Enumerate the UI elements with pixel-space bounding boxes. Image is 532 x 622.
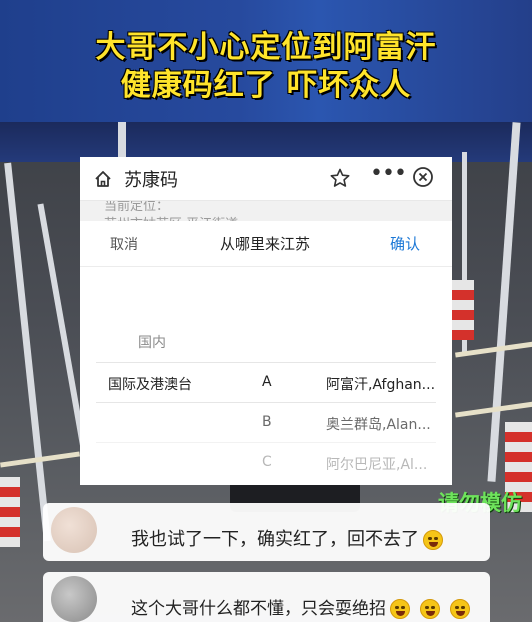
confirm-button[interactable]: 确认: [390, 233, 420, 254]
picker-row[interactable]: B 奥兰群岛,Alan...: [96, 402, 436, 442]
letter-index[interactable]: B: [262, 414, 272, 430]
picker-row[interactable]: C 阿尔巴尼亚,Al...: [96, 442, 436, 482]
letter-index[interactable]: A: [262, 374, 272, 390]
traffic-barrier: [0, 477, 20, 547]
more-icon[interactable]: •••: [370, 163, 407, 187]
laughing-emoji-icon: [390, 599, 410, 619]
laughing-emoji-icon: [420, 599, 440, 619]
country-option[interactable]: 奥兰群岛,Alan...: [326, 414, 431, 434]
tent-roof: [0, 122, 532, 162]
comment-body: 这个大哥什么都不懂，只会耍绝招: [131, 599, 386, 619]
traffic-barrier: [452, 280, 474, 340]
avatar: [51, 507, 97, 553]
comment-bubble: 我也试了一下，确实红了，回不去了: [43, 503, 490, 561]
comment-text: 我也试了一下，确实红了，回不去了: [131, 525, 443, 551]
laughing-emoji-icon: [423, 530, 443, 550]
picker-title: 从哪里来江苏: [220, 235, 311, 253]
star-icon[interactable]: [329, 167, 351, 189]
avatar: [51, 576, 97, 622]
comment-bubble: 这个大哥什么都不懂，只会耍绝招: [43, 572, 490, 622]
page-behind-picker: 当前定位： 苏州市姑苏区 平江街道: [80, 201, 452, 221]
laughing-emoji-icon: [450, 599, 470, 619]
letter-index[interactable]: C: [262, 454, 272, 470]
caption-banner: 大哥不小心定位到阿富汗 健康码红了 吓坏众人: [0, 0, 532, 122]
caption-line-2: 健康码红了 吓坏众人: [120, 68, 412, 103]
close-icon[interactable]: [411, 165, 435, 189]
comment-text: 这个大哥什么都不懂，只会耍绝招: [131, 594, 470, 619]
country-option[interactable]: 阿尔巴尼亚,Al...: [326, 454, 427, 474]
comment-body: 我也试了一下，确实红了，回不去了: [131, 529, 419, 550]
home-icon[interactable]: [93, 169, 113, 189]
tent-pole: [118, 122, 126, 162]
peek-line: 苏州市姑苏区 平江街道: [104, 213, 238, 221]
picker-row[interactable]: 国际及港澳台 A 阿富汗,Afghan...: [96, 362, 436, 402]
picker-toolbar: 取消 从哪里来江苏 确认: [80, 221, 452, 267]
picker-option-domestic[interactable]: 国内: [138, 332, 166, 352]
health-code-app-screenshot: 苏康码 ••• 当前定位： 苏州市姑苏区 平江街道 取消 从哪里来江苏 确认 国…: [80, 157, 452, 485]
app-header: 苏康码 •••: [80, 157, 452, 201]
country-option[interactable]: 阿富汗,Afghan...: [326, 374, 435, 394]
cancel-button[interactable]: 取消: [110, 234, 138, 254]
region-option[interactable]: 国际及港澳台: [108, 374, 192, 394]
app-title: 苏康码: [124, 170, 178, 191]
